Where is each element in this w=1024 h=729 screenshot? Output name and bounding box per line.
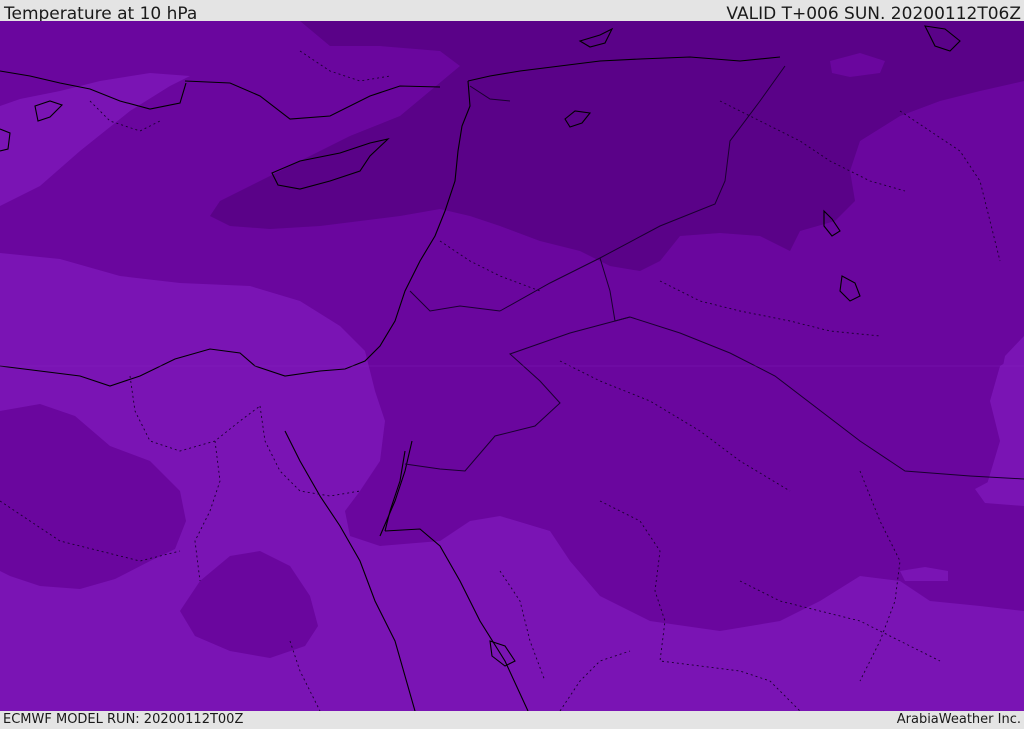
credit-label: ArabiaWeather Inc. [896, 712, 1021, 727]
map-canvas [0, 21, 1024, 711]
weather-map[interactable] [0, 21, 1024, 711]
footer-bar: ECMWF MODEL RUN: 20200112T00Z ArabiaWeat… [0, 711, 1024, 729]
header-bar: Temperature at 10 hPa VALID T+006 SUN. 2… [0, 0, 1024, 24]
model-run-label: ECMWF MODEL RUN: 20200112T00Z [3, 712, 244, 727]
